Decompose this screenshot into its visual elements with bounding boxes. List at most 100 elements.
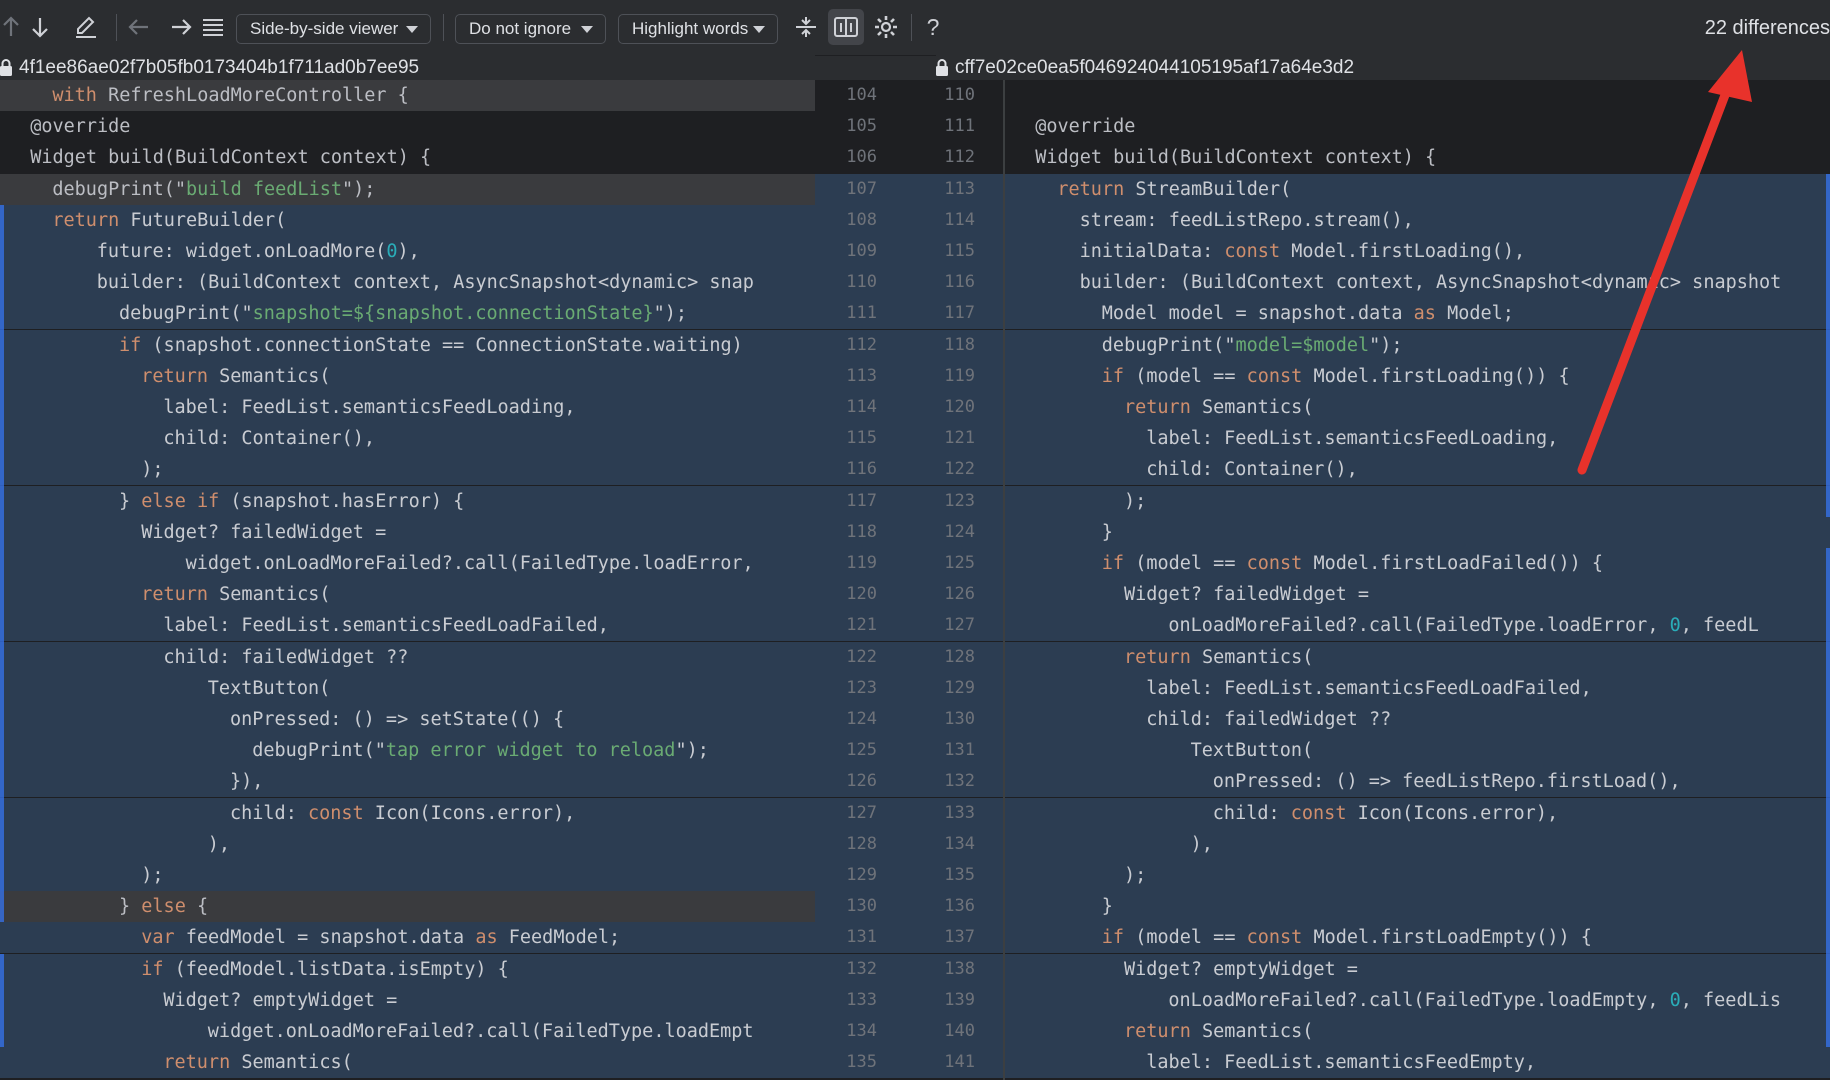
code-line[interactable]: onPressed: () => setState(() { xyxy=(0,704,815,735)
code-line[interactable]: child: Container(), xyxy=(0,423,815,455)
ignore-whitespace-dropdown[interactable]: Do not ignore xyxy=(455,14,606,44)
code-line-text: return StreamBuilder( xyxy=(1057,178,1292,200)
code-line[interactable]: return Semantics( xyxy=(1005,1016,1830,1047)
code-line[interactable]: future: widget.onLoadMore(0), xyxy=(0,236,815,267)
code-line-text: } xyxy=(1101,521,1113,543)
code-line[interactable]: label: FeedList.semanticsFeedEmpty, xyxy=(1005,1047,1830,1079)
code-line[interactable]: debugPrint("tap error widget to reload")… xyxy=(0,735,815,767)
arrow-up-icon[interactable] xyxy=(0,9,22,45)
lock-icon xyxy=(936,59,948,76)
gutter-row: 106 112 xyxy=(815,142,1005,173)
code-line[interactable]: } else if (snapshot.hasError) { xyxy=(0,485,815,517)
code-line[interactable]: if (model == const Model.firstLoadEmpty(… xyxy=(1005,922,1830,954)
code-line[interactable]: } else { xyxy=(0,891,815,923)
code-line[interactable]: Widget build(BuildContext context) { xyxy=(1005,142,1830,173)
arrow-left-icon[interactable] xyxy=(126,9,152,45)
code-line[interactable] xyxy=(1005,80,1830,111)
code-line[interactable]: ), xyxy=(1005,828,1830,860)
code-line[interactable]: return Semantics( xyxy=(1005,641,1830,673)
code-line[interactable]: debugPrint("model=$model"); xyxy=(1005,329,1830,361)
code-line[interactable]: label: FeedList.semanticsFeedLoading, xyxy=(0,392,815,423)
code-line[interactable]: widget.onLoadMoreFailed?.call(FailedType… xyxy=(0,1016,815,1047)
code-line-text: onPressed: () => feedListRepo.firstLoad(… xyxy=(1212,771,1681,793)
collapse-unchanged-icon[interactable] xyxy=(792,9,820,45)
differences-count: 22 differences xyxy=(1704,17,1830,39)
code-line[interactable]: return StreamBuilder( xyxy=(1005,173,1830,205)
code-line[interactable]: } xyxy=(1005,516,1830,548)
code-line[interactable]: Widget? emptyWidget = xyxy=(1005,953,1830,985)
code-line[interactable]: if (model == const Model.firstLoadFailed… xyxy=(1005,548,1830,579)
code-line[interactable]: label: FeedList.semanticsFeedLoading, xyxy=(1005,423,1830,455)
code-line[interactable]: Widget? failedWidget = xyxy=(0,516,815,548)
list-icon[interactable] xyxy=(200,9,226,45)
code-line[interactable]: return Semantics( xyxy=(0,1047,815,1079)
code-line[interactable]: ); xyxy=(1005,860,1830,891)
code-line[interactable]: debugPrint("build feedList"); xyxy=(0,173,815,205)
code-line[interactable]: var feedModel = snapshot.data as FeedMod… xyxy=(0,922,815,954)
code-line[interactable]: Model model = snapshot.data as Model; xyxy=(1005,298,1830,330)
code-line[interactable]: child: const Icon(Icons.error), xyxy=(0,797,815,829)
code-line[interactable]: TextButton( xyxy=(1005,735,1830,767)
viewer-mode-label: Side-by-side viewer xyxy=(250,19,399,38)
code-line[interactable]: @override xyxy=(0,111,815,142)
code-line[interactable]: label: FeedList.semanticsFeedLoadFailed, xyxy=(0,610,815,642)
code-line[interactable]: onLoadMoreFailed?.call(FailedType.loadEr… xyxy=(1005,610,1830,642)
code-line[interactable]: TextButton( xyxy=(0,672,815,704)
code-line[interactable]: ), xyxy=(0,828,815,860)
code-line[interactable]: ); xyxy=(1005,485,1830,517)
code-line[interactable]: if (model == const Model.firstLoading())… xyxy=(1005,360,1830,392)
code-line[interactable]: onPressed: () => feedListRepo.firstLoad(… xyxy=(1005,766,1830,798)
code-line-text: child: failedWidget ?? xyxy=(1146,709,1392,730)
code-line[interactable]: builder: (BuildContext context, AsyncSna… xyxy=(1005,267,1830,299)
code-line[interactable]: Widget? emptyWidget = xyxy=(0,984,815,1016)
code-line[interactable]: ); xyxy=(0,454,815,486)
code-line[interactable]: @override xyxy=(1005,111,1830,142)
code-line[interactable]: initialData: const Model.firstLoading(), xyxy=(1005,236,1830,267)
help-icon[interactable]: ? xyxy=(920,9,946,45)
code-line[interactable]: label: FeedList.semanticsFeedLoadFailed, xyxy=(1005,672,1830,704)
code-line[interactable]: return Semantics( xyxy=(1005,392,1830,423)
code-line[interactable]: return Semantics( xyxy=(0,579,815,611)
code-line[interactable]: Widget build(BuildContext context) { xyxy=(0,142,815,173)
code-line[interactable]: child: const Icon(Icons.error), xyxy=(1005,797,1830,829)
code-line[interactable]: return FutureBuilder( xyxy=(0,204,815,236)
code-line-text: } xyxy=(1101,896,1113,918)
code-line[interactable]: child: Container(), xyxy=(1005,454,1830,486)
edit-icon[interactable] xyxy=(72,9,100,45)
left-line-number: 131 xyxy=(846,927,877,948)
code-line[interactable]: Widget? failedWidget = xyxy=(1005,579,1830,611)
code-line[interactable]: child: failedWidget ?? xyxy=(0,641,815,673)
highlight-mode-dropdown[interactable]: Highlight words xyxy=(618,14,778,44)
code-line[interactable]: widget.onLoadMoreFailed?.call(FailedType… xyxy=(0,548,815,579)
code-line-text: ); xyxy=(1124,490,1147,512)
gutter-row: 122 128 xyxy=(815,641,1005,673)
code-line[interactable]: if (snapshot.connectionState == Connecti… xyxy=(0,329,815,361)
code-line[interactable]: } xyxy=(1005,891,1830,923)
code-line[interactable]: with RefreshLoadMoreController { xyxy=(0,80,815,111)
left-editor-pane[interactable]: with RefreshLoadMoreController {@overrid… xyxy=(0,80,815,1080)
code-line-text: onPressed: () => setState(() { xyxy=(230,709,565,730)
code-line-text: Widget? failedWidget = xyxy=(141,521,387,543)
arrow-down-icon[interactable] xyxy=(28,9,52,45)
left-line-number: 126 xyxy=(846,771,877,792)
code-line[interactable]: return Semantics( xyxy=(0,360,815,392)
code-line[interactable]: if (feedModel.listData.isEmpty) { xyxy=(0,953,815,985)
code-line[interactable]: ); xyxy=(0,860,815,891)
right-editor-pane[interactable]: @override Widget build(BuildContext conte… xyxy=(1005,80,1830,1080)
code-line[interactable]: }), xyxy=(0,766,815,798)
code-line[interactable]: debugPrint("snapshot=${snapshot.connecti… xyxy=(0,298,815,330)
viewer-mode-dropdown[interactable]: Side-by-side viewer xyxy=(236,14,431,44)
code-line[interactable]: builder: (BuildContext context, AsyncSna… xyxy=(0,267,815,299)
left-line-number: 116 xyxy=(846,459,877,480)
code-line-text: return Semantics( xyxy=(1124,646,1314,668)
code-line[interactable]: stream: feedListRepo.stream(), xyxy=(1005,204,1830,236)
code-line[interactable]: child: failedWidget ?? xyxy=(1005,704,1830,735)
right-line-number: 135 xyxy=(944,865,975,885)
code-line-text: TextButton( xyxy=(1190,740,1314,762)
arrow-right-icon[interactable] xyxy=(168,9,194,45)
code-line[interactable]: onLoadMoreFailed?.call(FailedType.loadEm… xyxy=(1005,984,1830,1016)
code-line-text: onLoadMoreFailed?.call(FailedType.loadEr… xyxy=(1168,615,1759,637)
gear-icon[interactable] xyxy=(872,9,900,45)
left-line-number: 115 xyxy=(846,428,877,449)
sync-scroll-icon[interactable] xyxy=(828,9,864,45)
